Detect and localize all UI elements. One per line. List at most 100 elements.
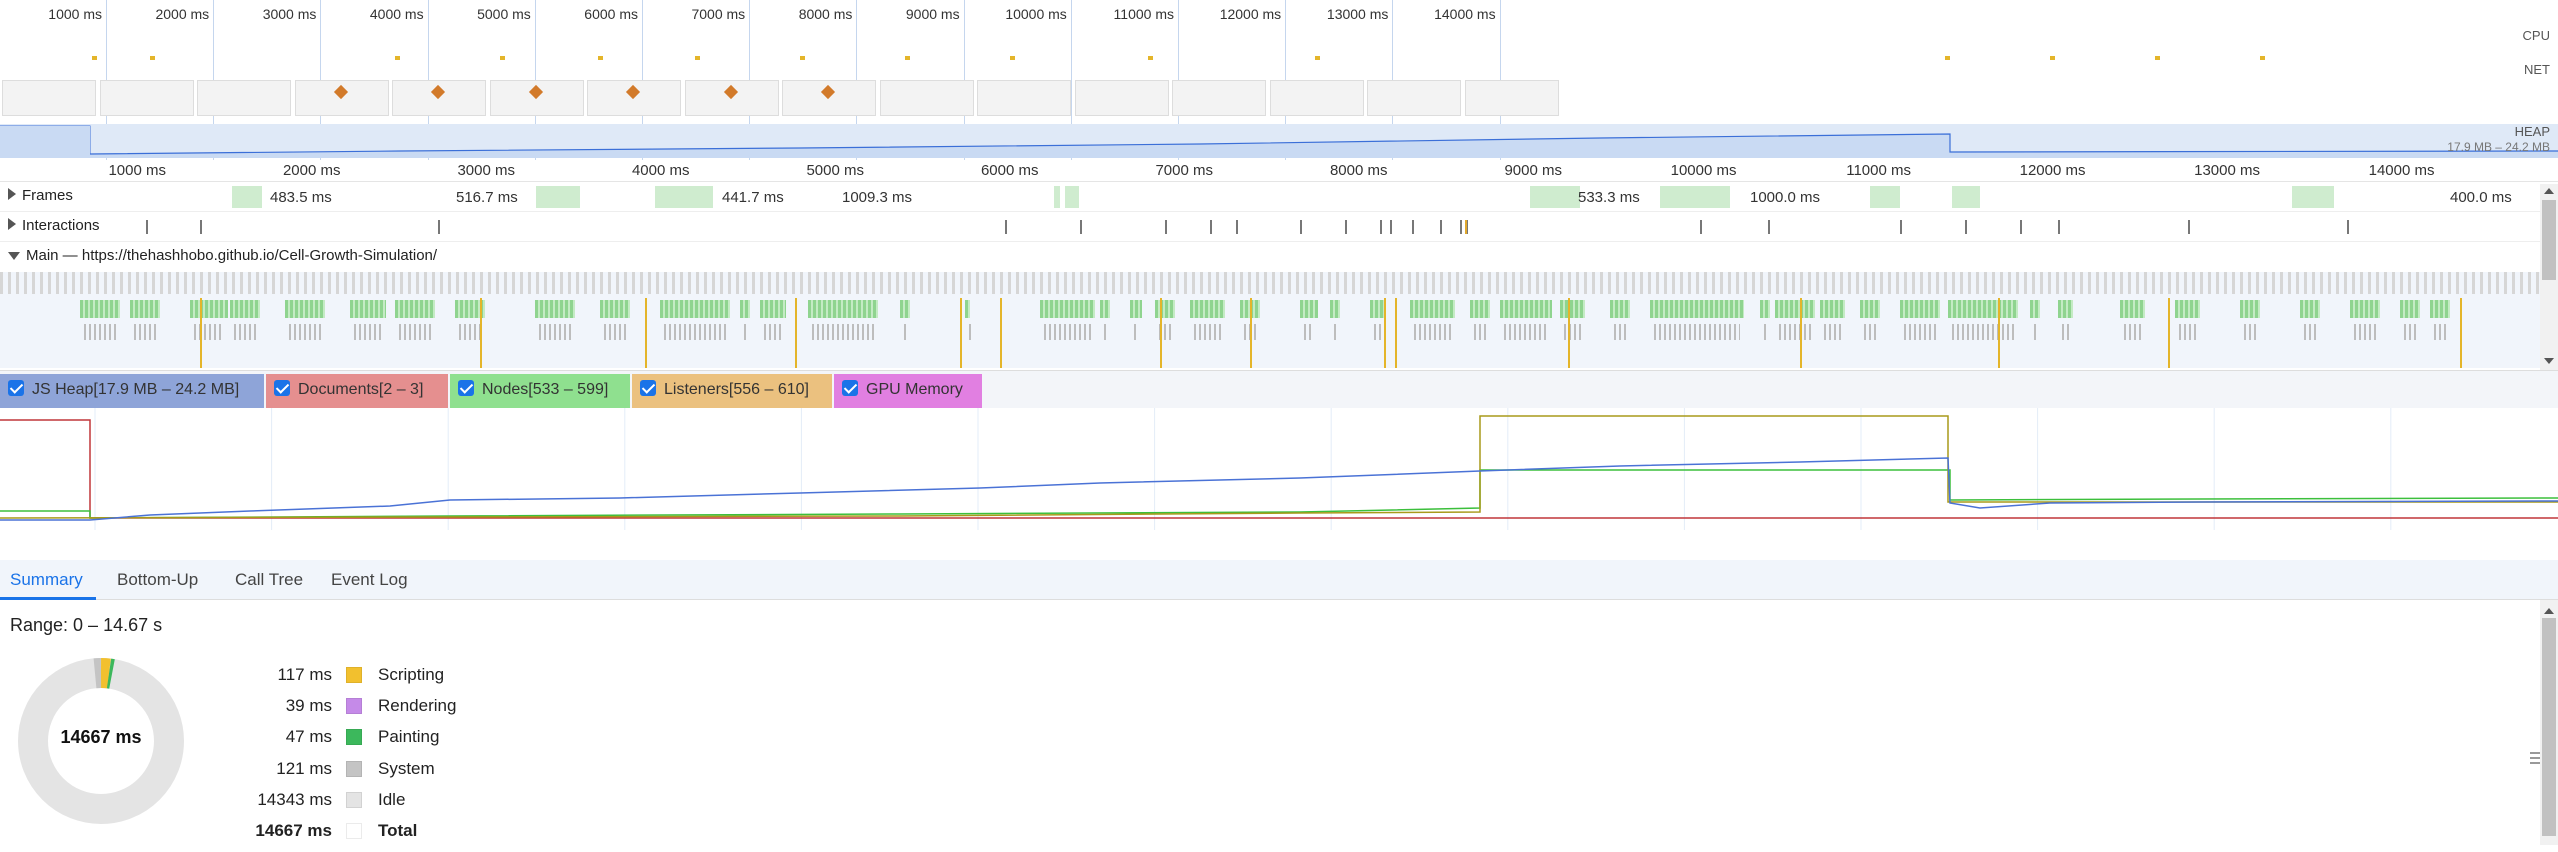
scripting-marker[interactable] bbox=[1384, 298, 1386, 368]
interaction-mark[interactable] bbox=[1165, 220, 1167, 234]
interaction-mark[interactable] bbox=[1768, 220, 1770, 234]
scripting-block[interactable] bbox=[2430, 300, 2450, 318]
system-block[interactable] bbox=[1044, 324, 1091, 340]
scroll-up-icon[interactable] bbox=[2544, 608, 2554, 614]
scripting-marker[interactable] bbox=[200, 298, 202, 368]
frame-bar[interactable] bbox=[1530, 186, 1580, 208]
system-block[interactable] bbox=[1194, 324, 1221, 340]
scripting-block[interactable] bbox=[2058, 300, 2073, 318]
interaction-mark[interactable] bbox=[1465, 220, 1467, 234]
scripting-block[interactable] bbox=[1650, 300, 1744, 318]
system-block[interactable] bbox=[664, 324, 726, 340]
frame-bar[interactable] bbox=[1660, 186, 1730, 208]
scripting-block[interactable] bbox=[2350, 300, 2380, 318]
tab-event-log[interactable]: Event Log bbox=[331, 570, 408, 590]
frame-bar[interactable] bbox=[1054, 186, 1060, 208]
system-block[interactable] bbox=[2179, 324, 2196, 340]
scripting-marker[interactable] bbox=[1250, 298, 1252, 368]
scripting-block[interactable] bbox=[900, 300, 910, 318]
scripting-marker[interactable] bbox=[1395, 298, 1397, 368]
scripting-marker[interactable] bbox=[1998, 298, 2000, 368]
scripting-marker[interactable] bbox=[1000, 298, 1002, 368]
checkbox-icon[interactable] bbox=[458, 380, 474, 396]
scripting-block[interactable] bbox=[2030, 300, 2040, 318]
scripting-block[interactable] bbox=[740, 300, 750, 318]
main-title[interactable]: Main — https://thehashhobo.github.io/Cel… bbox=[8, 247, 437, 264]
scripting-block[interactable] bbox=[1560, 300, 1585, 318]
scripting-block[interactable] bbox=[1610, 300, 1630, 318]
scripting-marker[interactable] bbox=[2460, 298, 2462, 368]
system-block[interactable] bbox=[744, 324, 748, 340]
system-block[interactable] bbox=[1374, 324, 1381, 340]
system-block[interactable] bbox=[969, 324, 973, 340]
scripting-block[interactable] bbox=[285, 300, 325, 318]
scripting-marker[interactable] bbox=[795, 298, 797, 368]
interaction-mark[interactable] bbox=[438, 220, 440, 234]
counter-gpu-memory[interactable]: GPU Memory bbox=[834, 374, 982, 408]
counter-nodes[interactable]: Nodes[533 – 599] bbox=[450, 374, 630, 408]
system-block[interactable] bbox=[1334, 324, 1338, 340]
scripting-block[interactable] bbox=[2120, 300, 2145, 318]
interaction-mark[interactable] bbox=[2347, 220, 2349, 234]
system-block[interactable] bbox=[1414, 324, 1451, 340]
timeline-overview[interactable]: 1000 ms 2000 ms 3000 ms 4000 ms 5000 ms 6000 … bbox=[0, 0, 2558, 160]
system-block[interactable] bbox=[1824, 324, 1841, 340]
scripting-block[interactable] bbox=[1860, 300, 1880, 318]
system-block[interactable] bbox=[2034, 324, 2038, 340]
scripting-block[interactable] bbox=[130, 300, 160, 318]
system-block[interactable] bbox=[399, 324, 431, 340]
scripting-block[interactable] bbox=[1470, 300, 1490, 318]
summary-scrollbar[interactable] bbox=[2540, 600, 2558, 845]
scripting-block[interactable] bbox=[965, 300, 970, 318]
scripting-block[interactable] bbox=[1300, 300, 1318, 318]
frame-bar[interactable] bbox=[1870, 186, 1900, 208]
interaction-mark[interactable] bbox=[1080, 220, 1082, 234]
system-block[interactable] bbox=[289, 324, 321, 340]
interaction-mark[interactable] bbox=[1965, 220, 1967, 234]
scripting-marker[interactable] bbox=[1568, 298, 1570, 368]
scripting-block[interactable] bbox=[1775, 300, 1815, 318]
system-block[interactable] bbox=[539, 324, 571, 340]
frame-bar[interactable] bbox=[536, 186, 580, 208]
system-block[interactable] bbox=[459, 324, 481, 340]
interaction-mark[interactable] bbox=[1300, 220, 1302, 234]
scroll-down-icon[interactable] bbox=[2544, 358, 2554, 364]
frames-title[interactable]: Frames bbox=[8, 187, 73, 204]
interaction-mark[interactable] bbox=[2188, 220, 2190, 234]
counter-js-heap[interactable]: JS Heap[17.9 MB – 24.2 MB] bbox=[0, 374, 264, 408]
interaction-mark[interactable] bbox=[1005, 220, 1007, 234]
system-block[interactable] bbox=[84, 324, 116, 340]
frame-bar[interactable] bbox=[1952, 186, 1980, 208]
scroll-thumb[interactable] bbox=[2542, 618, 2556, 836]
interaction-mark[interactable] bbox=[2058, 220, 2060, 234]
system-block[interactable] bbox=[604, 324, 626, 340]
system-block[interactable] bbox=[764, 324, 782, 340]
system-block[interactable] bbox=[234, 324, 256, 340]
tab-call-tree[interactable]: Call Tree bbox=[235, 570, 303, 590]
scripting-block[interactable] bbox=[1370, 300, 1385, 318]
expand-triangle-icon[interactable] bbox=[8, 188, 16, 200]
checkbox-icon[interactable] bbox=[842, 380, 858, 396]
scripting-marker[interactable] bbox=[645, 298, 647, 368]
interaction-mark[interactable] bbox=[1236, 220, 1238, 234]
interaction-mark[interactable] bbox=[1210, 220, 1212, 234]
frame-bar[interactable] bbox=[2292, 186, 2334, 208]
interaction-mark[interactable] bbox=[1380, 220, 1382, 234]
scripting-block[interactable] bbox=[2400, 300, 2420, 318]
system-block[interactable] bbox=[2244, 324, 2256, 340]
system-block[interactable] bbox=[1614, 324, 1626, 340]
scripting-block[interactable] bbox=[1100, 300, 1110, 318]
scripting-block[interactable] bbox=[1500, 300, 1552, 318]
interactions-track[interactable]: Interactions bbox=[0, 212, 2540, 242]
system-block[interactable] bbox=[2404, 324, 2416, 340]
interaction-mark[interactable] bbox=[2020, 220, 2022, 234]
system-block[interactable] bbox=[1564, 324, 1581, 340]
frame-bar[interactable] bbox=[1065, 186, 1079, 208]
counter-listeners[interactable]: Listeners[556 – 610] bbox=[632, 374, 832, 408]
scripting-block[interactable] bbox=[2175, 300, 2200, 318]
interaction-mark[interactable] bbox=[1390, 220, 1392, 234]
scroll-thumb[interactable] bbox=[2542, 200, 2556, 280]
scripting-block[interactable] bbox=[600, 300, 630, 318]
interaction-mark[interactable] bbox=[1440, 220, 1442, 234]
counter-documents[interactable]: Documents[2 – 3] bbox=[266, 374, 448, 408]
